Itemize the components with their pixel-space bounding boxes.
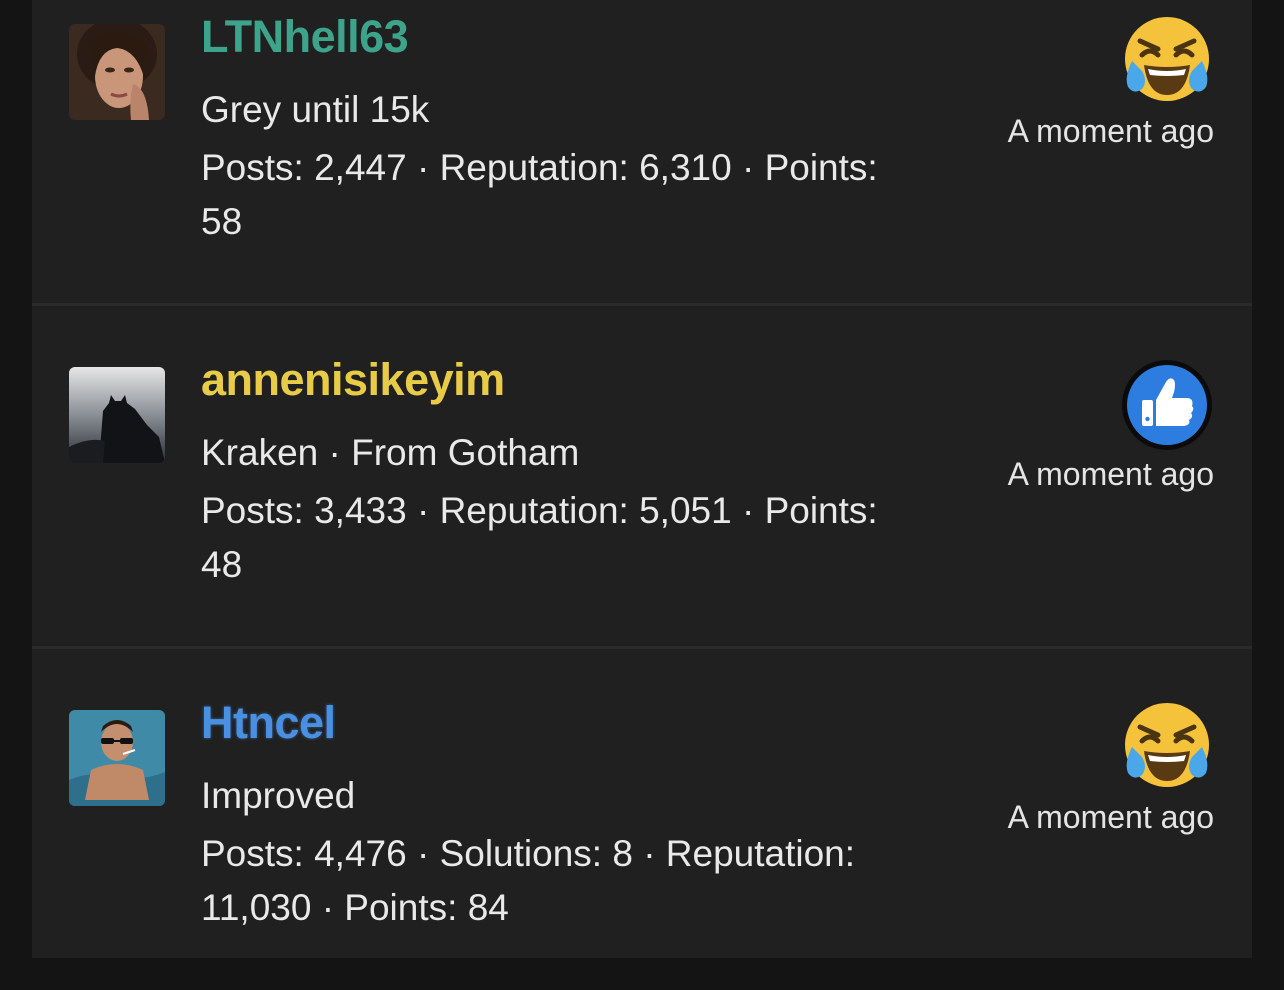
username-link[interactable]: annenisikeyim	[201, 354, 505, 406]
user-stats: Posts: 2,447 · Reputation: 6,310 · Point…	[201, 141, 931, 249]
timestamp: A moment ago	[1007, 799, 1214, 835]
stats-line: Posts: 4,476 · Solutions: 8 · Reputation…	[201, 833, 856, 874]
stats-line: 11,030 · Points: 84	[201, 887, 509, 928]
user-tagline: Improved	[201, 775, 356, 816]
avatar[interactable]	[69, 710, 165, 806]
stats-line: 58	[201, 201, 243, 242]
reaction-row: Htncel Improved Posts: 4,476 · Solutions…	[32, 649, 1252, 990]
avatar[interactable]	[69, 24, 165, 120]
user-stats: Posts: 4,476 · Solutions: 8 · Reputation…	[201, 827, 931, 935]
stats-line: 48	[201, 544, 243, 585]
reaction-row: annenisikeyim Kraken · From Gotham Posts…	[32, 306, 1252, 647]
stats-line: Posts: 3,433 · Reputation: 5,051 · Point…	[201, 490, 878, 531]
timestamp: A moment ago	[1007, 113, 1214, 149]
reactions-list: LTNhell63 Grey until 15k Posts: 2,447 · …	[32, 0, 1252, 958]
username-link[interactable]: Htncel	[201, 697, 336, 749]
laughing-crying-emoji-icon	[1120, 701, 1214, 795]
username-link[interactable]: LTNhell63	[201, 11, 409, 63]
laughing-crying-emoji-icon	[1120, 15, 1214, 109]
user-tagline: Kraken · From Gotham	[201, 432, 580, 473]
stats-line: Posts: 2,447 · Reputation: 6,310 · Point…	[201, 147, 878, 188]
user-tagline: Grey until 15k	[201, 89, 430, 130]
avatar[interactable]	[69, 367, 165, 463]
thumbs-up-like-icon	[1120, 358, 1214, 452]
timestamp: A moment ago	[1007, 456, 1214, 492]
reaction-row: LTNhell63 Grey until 15k Posts: 2,447 · …	[32, 0, 1252, 304]
user-stats: Posts: 3,433 · Reputation: 5,051 · Point…	[201, 484, 931, 592]
